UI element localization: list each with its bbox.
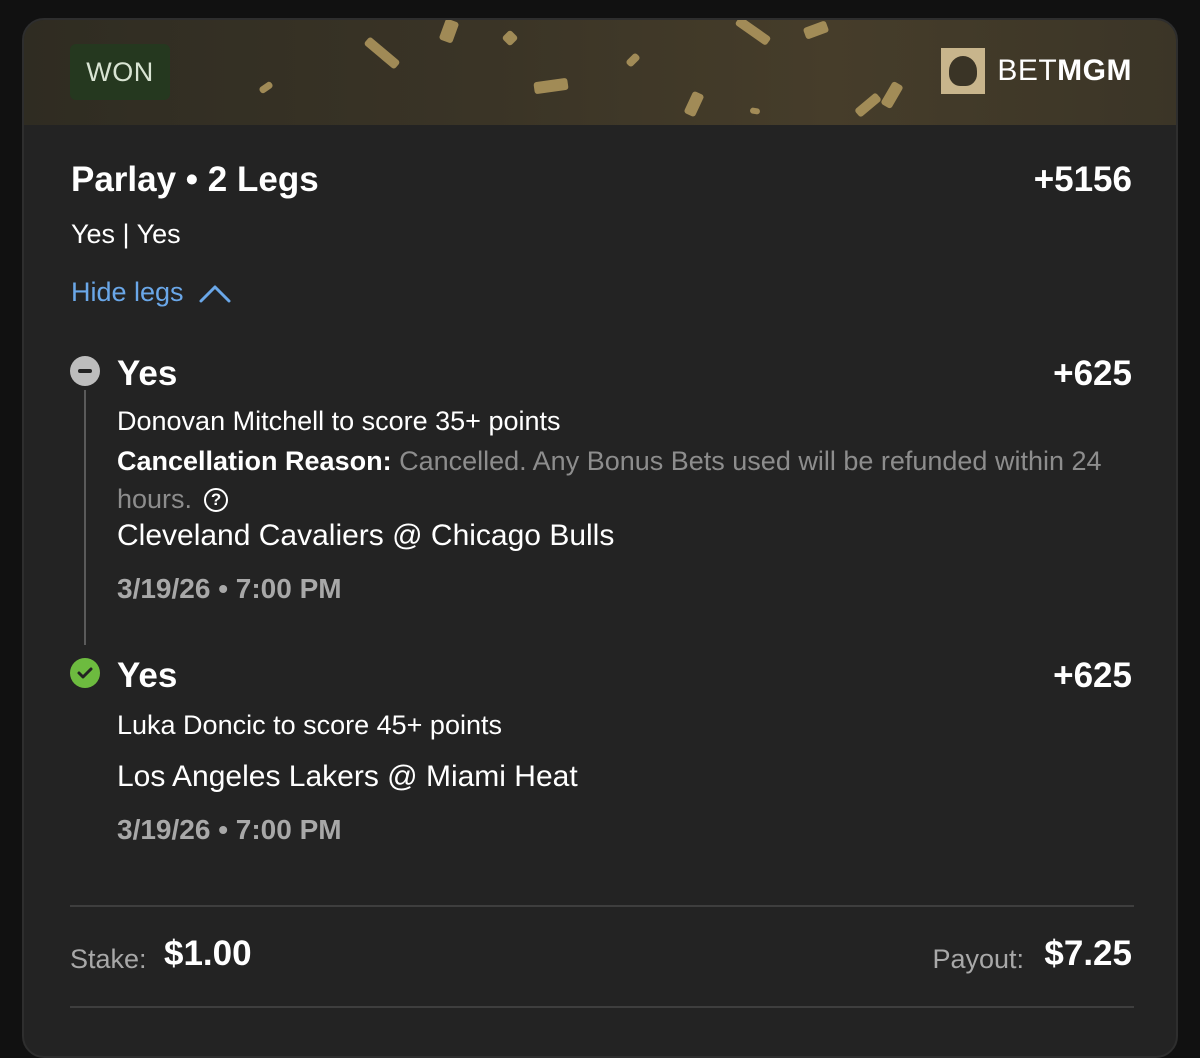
divider bbox=[70, 1006, 1134, 1008]
legs-connector-line bbox=[84, 390, 86, 645]
confetti-decoration bbox=[802, 20, 830, 40]
bet-title: Parlay • 2 Legs bbox=[71, 160, 319, 199]
leg-1-date: 3/19/26 • 7:00 PM bbox=[117, 573, 342, 604]
payout-label: Payout: bbox=[932, 944, 1024, 974]
hide-legs-toggle[interactable]: Hide legs bbox=[71, 277, 232, 308]
checkmark-icon bbox=[77, 667, 93, 679]
brand: BETMGM bbox=[941, 48, 1132, 94]
total-odds: +5156 bbox=[1033, 160, 1132, 199]
confetti-decoration bbox=[683, 90, 705, 118]
confetti-decoration bbox=[749, 107, 761, 115]
leg-1-odds: +625 bbox=[1053, 354, 1132, 393]
status-badge: WON bbox=[70, 44, 170, 100]
stake-value: $1.00 bbox=[164, 934, 252, 973]
leg-1-pick: Yes bbox=[117, 354, 178, 393]
brand-name-prefix: BET bbox=[997, 54, 1058, 87]
hide-legs-label: Hide legs bbox=[71, 277, 184, 307]
leg-2-date: 3/19/26 • 7:00 PM bbox=[117, 814, 342, 845]
confetti-decoration bbox=[363, 36, 401, 70]
help-icon[interactable]: ? bbox=[204, 488, 229, 512]
confetti-decoration bbox=[880, 80, 904, 110]
leg-1-game: Cleveland Cavaliers @ Chicago Bulls bbox=[117, 519, 615, 552]
check-circle-icon bbox=[70, 658, 100, 688]
payout-value: $7.25 bbox=[1044, 934, 1132, 973]
divider bbox=[70, 905, 1134, 907]
won-banner: WON BETMGM bbox=[24, 20, 1176, 125]
brand-name-suffix: MGM bbox=[1057, 54, 1132, 87]
confetti-decoration bbox=[533, 77, 569, 95]
confetti-decoration bbox=[258, 80, 274, 95]
confetti-decoration bbox=[625, 52, 641, 68]
leg-2-odds: +625 bbox=[1053, 656, 1132, 695]
stake-label: Stake: bbox=[70, 944, 147, 974]
leg-2-pick: Yes bbox=[117, 656, 178, 695]
confetti-decoration bbox=[854, 92, 882, 118]
bet-slip-card: WON BETMGM Parlay • 2 Legs +5156 Yes | Y… bbox=[22, 18, 1178, 1058]
leg-2-market: Luka Doncic to score 45+ points bbox=[117, 710, 502, 740]
leg-1-cancellation-reason: Cancellation Reason: Cancelled. Any Bonu… bbox=[117, 442, 1107, 518]
brand-name: BETMGM bbox=[997, 54, 1132, 88]
leg-1-market: Donovan Mitchell to score 35+ points bbox=[117, 406, 561, 436]
confetti-decoration bbox=[501, 29, 519, 47]
selections-summary: Yes | Yes bbox=[71, 219, 181, 249]
confetti-decoration bbox=[734, 20, 772, 46]
cancellation-label: Cancellation Reason: bbox=[117, 446, 392, 476]
confetti-decoration bbox=[438, 20, 460, 44]
leg-2-game: Los Angeles Lakers @ Miami Heat bbox=[117, 760, 578, 793]
betmgm-logo-icon bbox=[941, 48, 986, 94]
minus-circle-icon bbox=[70, 356, 100, 386]
chevron-up-icon bbox=[199, 285, 231, 302]
